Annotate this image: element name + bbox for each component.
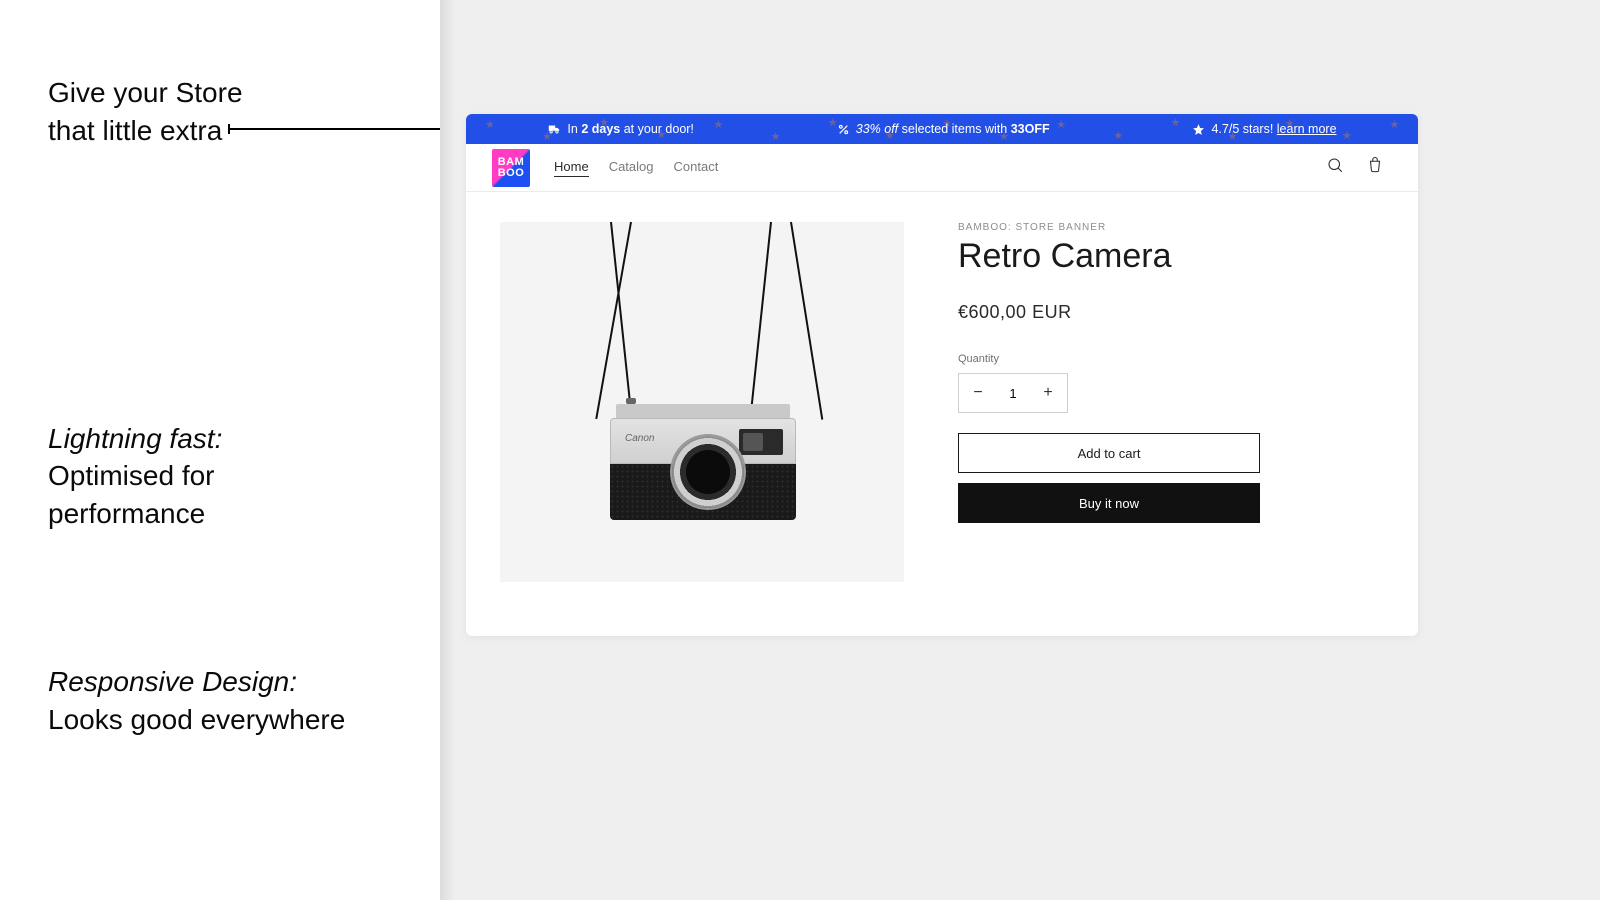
search-icon[interactable] [1326, 156, 1344, 179]
banner-shipping-pre: In [567, 122, 581, 136]
nav-link-home[interactable]: Home [554, 159, 589, 177]
banner-discount-mid: selected items with [898, 122, 1011, 136]
feature-store-extra: Give your Store that little extra [48, 74, 400, 150]
banner-discount-em: 33% off [856, 122, 898, 136]
feature-1-line-2: that little extra [48, 115, 222, 146]
feature-lightning-fast: Lightning fast: Optimised for performanc… [48, 420, 400, 533]
feature-2-lead: Lightning fast: [48, 423, 222, 454]
banner-shipping-text: In 2 days at your door! [567, 122, 693, 136]
quantity-increase-button[interactable]: + [1029, 374, 1067, 412]
banner-discount: 33% off selected items with 33OFF [837, 122, 1050, 136]
banner-shipping-post: at your door! [620, 122, 694, 136]
star-icon [1192, 123, 1205, 136]
logo-line-2: BOO [498, 168, 525, 179]
quantity-value: 1 [997, 386, 1029, 401]
store-navbar: BAM BOO Home Catalog Contact [466, 144, 1418, 192]
quantity-stepper: − 1 + [958, 373, 1068, 413]
product-image[interactable]: Canon [500, 222, 904, 582]
product-vendor: BAMBOO: STORE BANNER [958, 222, 1374, 233]
feature-2-body-2: performance [48, 498, 205, 529]
banner-shipping-bold: 2 days [581, 122, 620, 136]
banner-discount-text: 33% off selected items with 33OFF [856, 122, 1050, 136]
store-logo[interactable]: BAM BOO [492, 149, 530, 187]
logo-line-1: BAM [498, 157, 525, 168]
quantity-label: Quantity [958, 353, 1374, 365]
truck-icon [547, 122, 561, 136]
callout-pointer-line [230, 128, 468, 130]
product-section: Canon BAMBOO: STORE BANNER Retro Camera … [466, 192, 1418, 582]
cart-icon[interactable] [1366, 156, 1384, 179]
banner-discount-code: 33OFF [1011, 122, 1050, 136]
banner-shipping: In 2 days at your door! [547, 122, 693, 136]
feature-2-body-1: Optimised for [48, 460, 215, 491]
marketing-sidebar: Give your Store that little extra Lightn… [0, 0, 440, 900]
camera-brand-text: Canon [625, 433, 654, 444]
divider-shadow [440, 0, 456, 900]
banner-rating-value: 4.7/5 stars! [1211, 122, 1276, 136]
banner-rating-text: 4.7/5 stars! learn more [1211, 122, 1336, 136]
banner-learn-more-link[interactable]: learn more [1277, 122, 1337, 136]
nav-link-contact[interactable]: Contact [674, 159, 719, 177]
buy-now-button[interactable]: Buy it now [958, 483, 1260, 523]
product-title: Retro Camera [958, 237, 1374, 276]
nav-links: Home Catalog Contact [554, 159, 718, 177]
nav-link-catalog[interactable]: Catalog [609, 159, 654, 177]
quantity-decrease-button[interactable]: − [959, 374, 997, 412]
add-to-cart-button[interactable]: Add to cart [958, 433, 1260, 473]
feature-responsive: Responsive Design: Looks good everywhere [48, 663, 400, 739]
camera-illustration: Canon [500, 222, 904, 582]
percent-icon [837, 123, 850, 136]
promo-banner: ★ ★ ★ ★ ★ ★ ★ ★ ★ ★ ★ ★ ★ ★ ★ ★ ★ [466, 114, 1418, 144]
store-preview: ★ ★ ★ ★ ★ ★ ★ ★ ★ ★ ★ ★ ★ ★ ★ ★ ★ [466, 114, 1418, 636]
banner-rating: 4.7/5 stars! learn more [1192, 122, 1336, 136]
feature-3-body: Looks good everywhere [48, 704, 345, 735]
feature-1-line-1: Give your Store [48, 77, 243, 108]
product-price: €600,00 EUR [958, 302, 1374, 323]
product-info: BAMBOO: STORE BANNER Retro Camera €600,0… [958, 222, 1374, 582]
feature-3-lead: Responsive Design: [48, 666, 297, 697]
